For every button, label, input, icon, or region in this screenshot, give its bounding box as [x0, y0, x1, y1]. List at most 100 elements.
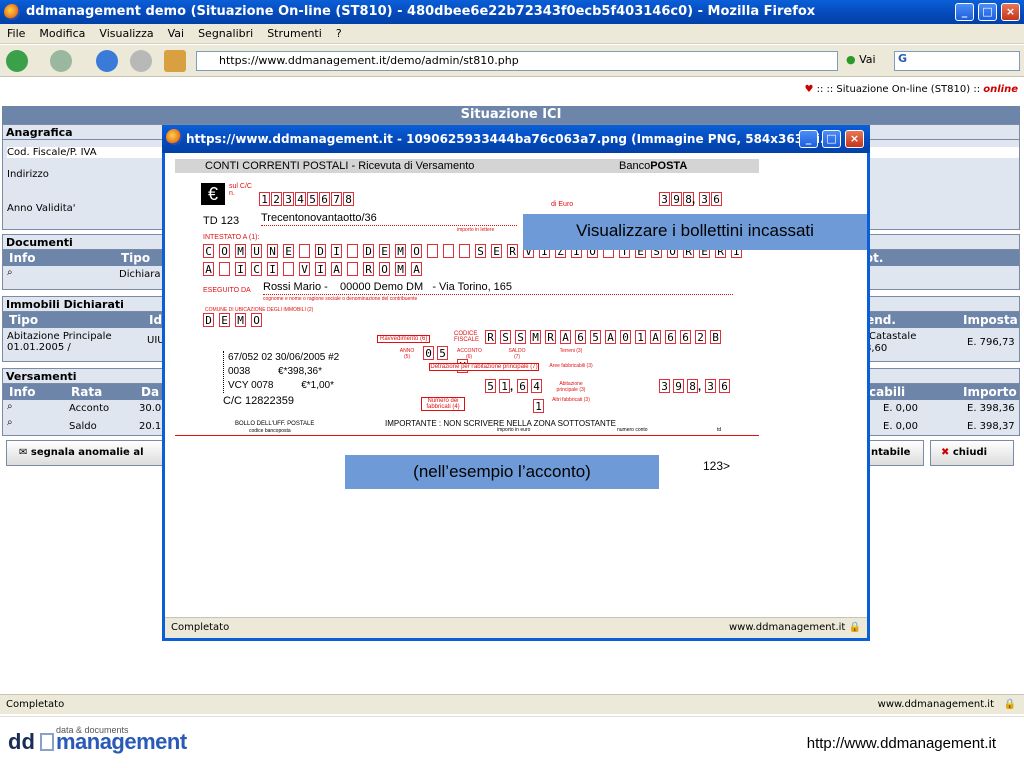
- magnifier-icon[interactable]: ⌕: [7, 401, 13, 412]
- footer: dd data & documents management http://ww…: [0, 716, 1024, 768]
- form-cell: [347, 244, 358, 258]
- form-cell: 7: [331, 192, 342, 206]
- home-icon[interactable]: [164, 50, 186, 72]
- di-euro-label: di Euro: [551, 201, 574, 208]
- form-cell: A: [203, 262, 214, 276]
- form-cell: O: [411, 244, 422, 258]
- form-cell: S: [475, 244, 486, 258]
- stop-icon[interactable]: [130, 50, 152, 72]
- maximize-button[interactable]: □: [978, 3, 997, 21]
- form-cell: A: [650, 330, 661, 344]
- form-cell: [283, 262, 294, 276]
- form-cell: 4: [531, 379, 542, 393]
- form-cell: 8: [343, 192, 354, 206]
- popup-minimize-button[interactable]: _: [799, 130, 818, 148]
- importo-lettere-label: importo in lettere: [457, 227, 495, 233]
- sul-cc-label: sul C/C n.: [229, 183, 252, 197]
- immobile-tipo: Abitazione Principale 01.01.2005 /: [7, 331, 112, 353]
- close-button[interactable]: ×: [1001, 3, 1020, 21]
- google-search-input[interactable]: G: [894, 51, 1020, 71]
- url-input[interactable]: https://www.ddmanagement.it/demo/admin/s…: [196, 51, 838, 71]
- page-title: Situazione ICI: [2, 106, 1020, 124]
- heart-icon: ♥: [804, 84, 814, 95]
- field-label: Anno Validita': [7, 203, 76, 214]
- rata-importo: E. 398,36: [967, 403, 1015, 414]
- segnala-anomalie-button[interactable]: ✉ segnala anomalie al: [6, 440, 166, 466]
- importo-euro-label: importo in euro: [497, 427, 531, 433]
- form-cell: 1: [635, 330, 646, 344]
- receipt-header-left: CONTI CORRENTI POSTALI - Ricevuta di Ver…: [205, 160, 475, 172]
- nav-toolbar: https://www.ddmanagement.it/demo/admin/s…: [0, 45, 1024, 77]
- rata-importo: E. 398,37: [967, 421, 1015, 432]
- form-cell: 3: [659, 379, 670, 393]
- saldo-label: SALDO (7): [508, 348, 526, 360]
- menu-segnalibri[interactable]: Segnalibri: [191, 24, 260, 44]
- callout-mid: (nell’esempio l’acconto): [345, 455, 659, 489]
- popup-maximize-button[interactable]: □: [822, 130, 841, 148]
- form-cell: 2: [695, 330, 706, 344]
- form-cell: O: [379, 262, 390, 276]
- forward-icon[interactable]: [50, 50, 72, 72]
- minimize-button[interactable]: _: [955, 3, 974, 21]
- form-cell: C: [251, 262, 262, 276]
- rata-label: Acconto: [69, 403, 110, 414]
- form-cell: 6: [517, 379, 528, 393]
- decimal-comma: ,: [698, 381, 702, 393]
- form-cell: M: [530, 330, 541, 344]
- popup-title: https://www.ddmanagement.it - 1090625933…: [186, 132, 834, 146]
- form-cell: [347, 262, 358, 276]
- reload-icon[interactable]: [96, 50, 118, 72]
- lock-icon: 🔒: [848, 622, 861, 633]
- form-cell: E: [491, 244, 502, 258]
- form-cell: [219, 262, 230, 276]
- back-icon[interactable]: [6, 50, 28, 72]
- form-cell: D: [363, 244, 374, 258]
- form-cell: 6: [319, 192, 330, 206]
- x-icon: ✖: [941, 447, 950, 458]
- online-status: online: [983, 84, 1018, 95]
- form-cell: I: [331, 244, 342, 258]
- amount-words: Trecentonovantaotto/36: [261, 212, 377, 224]
- form-cell: [443, 244, 454, 258]
- rata-right: E. 0,00: [883, 421, 918, 432]
- form-cell: 6: [575, 330, 586, 344]
- contabile-button[interactable]: ntabile: [864, 440, 924, 466]
- form-cell: C: [203, 244, 214, 258]
- magnifier-icon[interactable]: ⌕: [7, 267, 13, 278]
- footer-url[interactable]: http://www.ddmanagement.it: [807, 735, 996, 752]
- image-popup-window: https://www.ddmanagement.it - 1090625933…: [162, 125, 870, 641]
- magnifier-icon[interactable]: ⌕: [7, 417, 13, 428]
- status-text: Completato: [6, 699, 65, 710]
- menu-vai[interactable]: Vai: [161, 24, 191, 44]
- menu-help[interactable]: ?: [329, 24, 349, 44]
- form-cell: 5: [590, 330, 601, 344]
- popup-close-button[interactable]: ×: [845, 130, 864, 148]
- form-cell: N: [267, 244, 278, 258]
- receipt-header-right: BancoPOSTA: [619, 160, 688, 172]
- chiudi-button[interactable]: ✖ chiudi: [930, 440, 1014, 466]
- callout-top: Visualizzare i bollettini incassati: [523, 214, 867, 250]
- rata-label: Saldo: [69, 421, 97, 432]
- rata-right: E. 0,00: [883, 403, 918, 414]
- aree-label: Aree fabbricabili (3): [549, 363, 593, 369]
- form-cell: I: [267, 262, 278, 276]
- immobile-imposta: E. 796,73: [967, 337, 1015, 348]
- form-cell: R: [507, 244, 518, 258]
- menu-strumenti[interactable]: Strumenti: [260, 24, 329, 44]
- receipt-bottom-line: [175, 435, 759, 436]
- form-cell: A: [560, 330, 571, 344]
- rata-data: 20.1: [139, 421, 162, 432]
- ddmanagement-logo: dd data & documents management: [8, 725, 187, 754]
- go-button[interactable]: ● Vai: [846, 53, 876, 66]
- form-cell: A: [605, 330, 616, 344]
- menu-file[interactable]: File: [0, 24, 32, 44]
- eseguito-value: Rossi Mario - 00000 Demo DM - Via Torino…: [263, 281, 513, 293]
- decimal-comma: ,: [692, 194, 696, 206]
- stamp-block: 67/052 02 30/06/2005 #2 0038 €*398,36* V…: [223, 351, 353, 393]
- menu-modifica[interactable]: Modifica: [32, 24, 92, 44]
- bollo-label: BOLLO DELL'UFF. POSTALE: [235, 421, 315, 427]
- form-cell: 5: [307, 192, 318, 206]
- td-small-label: td: [717, 427, 722, 433]
- menu-visualizza[interactable]: Visualizza: [92, 24, 160, 44]
- form-cell: M: [395, 244, 406, 258]
